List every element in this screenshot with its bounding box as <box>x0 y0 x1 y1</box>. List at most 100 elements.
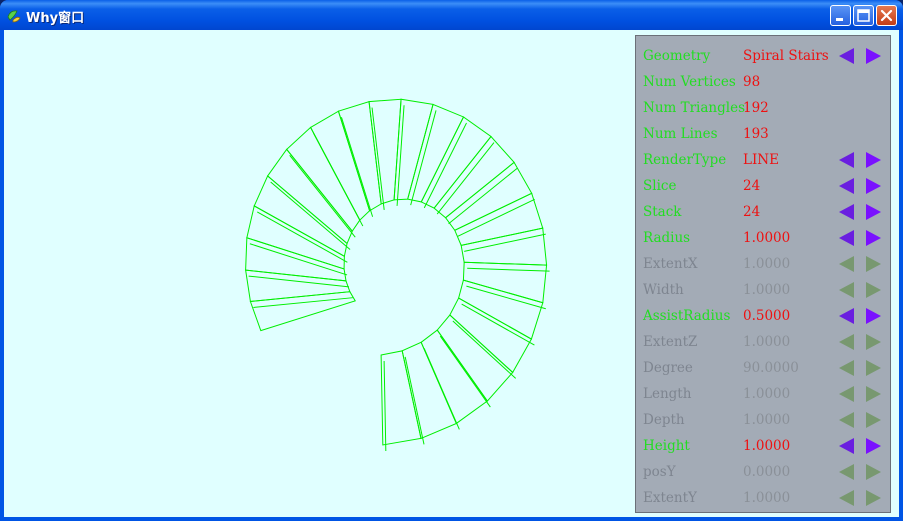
arrow-right-icon <box>866 490 881 506</box>
arrow-left-icon <box>839 282 854 298</box>
decrease-radius-button[interactable] <box>838 229 856 247</box>
stair-step <box>436 314 514 402</box>
decrease-extentx-button[interactable] <box>838 255 856 273</box>
close-icon <box>880 9 893 22</box>
increase-rendertype-button[interactable] <box>864 151 882 169</box>
property-value: 1.0000 <box>743 438 791 454</box>
increase-degree-button[interactable] <box>864 359 882 377</box>
arrow-left-icon <box>839 438 854 454</box>
increase-slice-button[interactable] <box>864 177 882 195</box>
minimize-icon <box>836 18 843 21</box>
property-label: Degree <box>643 360 693 376</box>
increase-extenty-button[interactable] <box>864 489 882 507</box>
arrow-left-icon <box>839 48 854 64</box>
stair-step <box>407 103 465 203</box>
property-value: 1.0000 <box>743 230 791 246</box>
increase-extentz-button[interactable] <box>864 333 882 351</box>
decrease-slice-button[interactable] <box>838 177 856 195</box>
property-label: Stack <box>643 204 682 220</box>
minimize-button[interactable] <box>830 5 851 26</box>
increase-width-button[interactable] <box>864 281 882 299</box>
arrow-right-icon <box>866 48 881 64</box>
increase-geometry-button[interactable] <box>864 47 882 65</box>
arrow-left-icon <box>839 412 854 428</box>
stair-riser <box>423 348 460 430</box>
property-label: RenderType <box>643 152 727 168</box>
arrow-left-icon <box>839 308 854 324</box>
decrease-depth-button[interactable] <box>838 411 856 429</box>
stair-step <box>245 237 347 282</box>
property-value: 193 <box>743 126 769 142</box>
render-viewport[interactable] <box>4 30 634 517</box>
property-value: 98 <box>743 74 761 90</box>
stair-riser <box>467 267 550 272</box>
spiral-stairs-wireframe <box>245 98 550 451</box>
app-window: Why窗口 Geometry Spiral Stairs Num Vertices 9… <box>0 0 903 521</box>
property-value: 90.0000 <box>743 360 799 376</box>
decrease-extentz-button[interactable] <box>838 333 856 351</box>
arrow-left-icon <box>839 464 854 480</box>
stair-step <box>309 110 371 221</box>
property-row-geometry: Geometry Spiral Stairs <box>636 45 890 67</box>
stair-riser <box>289 155 356 238</box>
stair-step <box>246 205 345 270</box>
arrow-right-icon <box>866 334 881 350</box>
increase-length-button[interactable] <box>864 385 882 403</box>
property-row-depth: Depth 1.0000 <box>636 409 890 431</box>
decrease-extenty-button[interactable] <box>838 489 856 507</box>
property-label: Width <box>643 282 684 298</box>
stair-step <box>444 161 533 231</box>
increase-radius-button[interactable] <box>864 229 882 247</box>
increase-assistradius-button[interactable] <box>864 307 882 325</box>
property-value: 24 <box>743 204 761 220</box>
property-label: ExtentX <box>643 256 698 272</box>
arrow-left-icon <box>839 152 854 168</box>
property-value: Spiral Stairs <box>743 48 829 64</box>
property-row-degree: Degree 90.0000 <box>636 357 890 379</box>
property-value: 1.0000 <box>743 386 791 402</box>
property-value: 0.0000 <box>743 464 791 480</box>
property-value: LINE <box>743 152 779 168</box>
close-button[interactable] <box>876 5 897 26</box>
property-row-num-lines: Num Lines 193 <box>636 123 890 145</box>
arrow-left-icon <box>839 204 854 220</box>
decrease-height-button[interactable] <box>838 437 856 455</box>
maximize-icon <box>857 9 870 22</box>
property-row-assistradius: AssistRadius 0.5000 <box>636 305 890 327</box>
decrease-degree-button[interactable] <box>838 359 856 377</box>
title-bar[interactable]: Why窗口 <box>0 0 903 30</box>
stair-step <box>401 341 458 440</box>
stair-step <box>380 350 422 446</box>
property-label: Geometry <box>643 48 711 64</box>
property-value: 192 <box>743 100 769 116</box>
decrease-stack-button[interactable] <box>838 203 856 221</box>
property-label: Depth <box>643 412 685 428</box>
decrease-rendertype-button[interactable] <box>838 151 856 169</box>
client-area: Geometry Spiral Stairs Num Vertices 98 Num T… <box>4 30 899 517</box>
increase-extentx-button[interactable] <box>864 255 882 273</box>
property-value: 1.0000 <box>743 282 791 298</box>
property-row-num-vertices: Num Vertices 98 <box>636 71 890 93</box>
decrease-geometry-button[interactable] <box>838 47 856 65</box>
property-label: ExtentZ <box>643 334 698 350</box>
increase-posy-button[interactable] <box>864 463 882 481</box>
stair-riser <box>396 105 405 206</box>
maximize-button[interactable] <box>853 5 874 26</box>
arrow-left-icon <box>839 490 854 506</box>
property-label: AssistRadius <box>643 308 731 324</box>
stair-riser <box>457 198 535 237</box>
property-value: 1.0000 <box>743 490 791 506</box>
decrease-posy-button[interactable] <box>838 463 856 481</box>
arrow-left-icon <box>839 386 854 402</box>
stair-riser <box>404 356 425 445</box>
increase-height-button[interactable] <box>864 437 882 455</box>
increase-depth-button[interactable] <box>864 411 882 429</box>
stair-step <box>420 116 492 209</box>
decrease-length-button[interactable] <box>838 385 856 403</box>
stair-riser <box>383 360 387 451</box>
decrease-width-button[interactable] <box>838 281 856 299</box>
stair-riser <box>340 117 374 217</box>
decrease-assistradius-button[interactable] <box>838 307 856 325</box>
increase-stack-button[interactable] <box>864 203 882 221</box>
property-value: 1.0000 <box>743 412 791 428</box>
